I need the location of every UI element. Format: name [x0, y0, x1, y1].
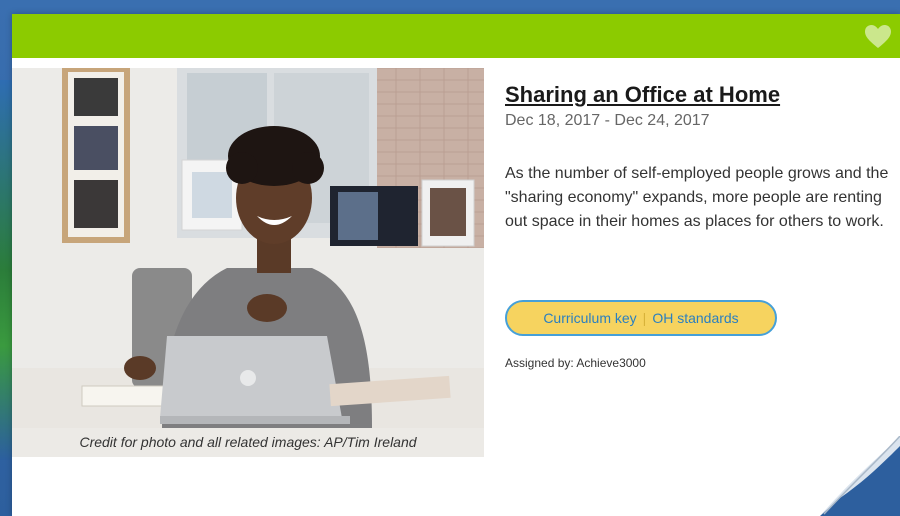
pill-separator: |	[642, 310, 647, 326]
card-header-bar	[12, 14, 900, 58]
photo-image	[12, 68, 484, 428]
article-card: Credit for photo and all related images:…	[12, 14, 900, 516]
assigned-by: Assigned by: Achieve3000	[505, 356, 646, 370]
heart-icon[interactable]	[864, 24, 892, 50]
page-curl-icon[interactable]	[810, 436, 900, 516]
date-range: Dec 18, 2017 - Dec 24, 2017	[505, 112, 710, 129]
photo-caption: Credit for photo and all related images:…	[12, 428, 484, 457]
curriculum-key-link[interactable]: Curriculum key	[543, 310, 636, 326]
article-title-link[interactable]: Sharing an Office at Home	[505, 82, 780, 108]
article-description: As the number of self-employed people gr…	[505, 165, 889, 230]
oh-standards-link[interactable]: OH standards	[652, 310, 738, 326]
article-photo[interactable]: Credit for photo and all related images:…	[12, 68, 484, 457]
standards-pill: Curriculum key | OH standards	[505, 300, 777, 336]
